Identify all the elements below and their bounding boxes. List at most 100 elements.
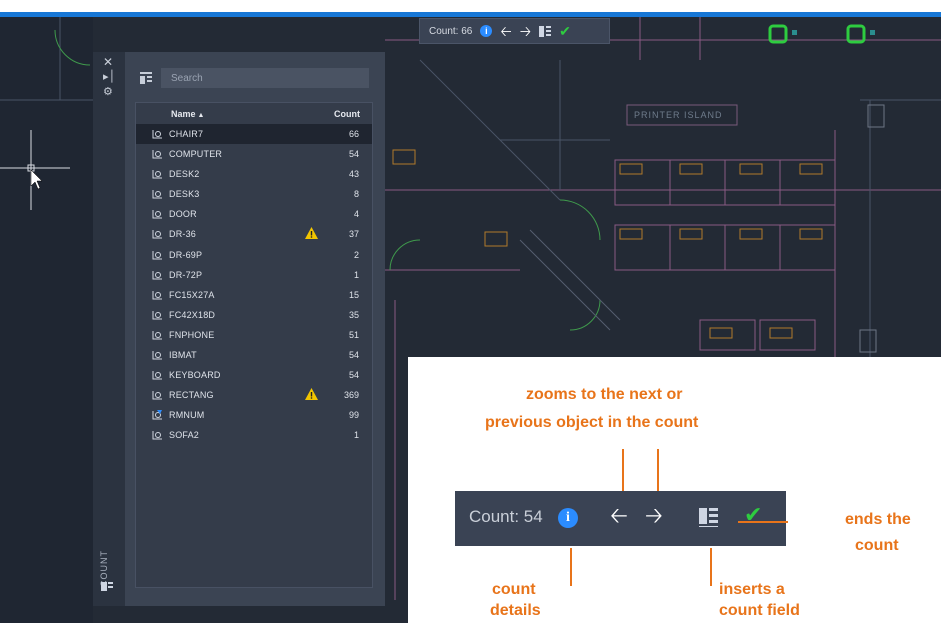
- list-item[interactable]: IBMAT 54: [136, 345, 372, 365]
- item-count: 99: [348, 410, 359, 421]
- search-input[interactable]: [161, 68, 369, 88]
- inserts-annotation-line1: inserts a: [719, 581, 785, 598]
- attribute-block-icon: [152, 410, 162, 420]
- block-icon: [152, 150, 162, 159]
- item-count: 35: [348, 309, 359, 320]
- item-name: DESK2: [169, 169, 200, 180]
- item-name: DR-36: [169, 229, 197, 240]
- count-list: Name ▲ Count CHAIR7 66 COMPUTER 54 DESK2 43 DES…: [135, 102, 373, 588]
- item-name: FNPHONE: [169, 329, 215, 340]
- details-annotation-line1: count: [492, 581, 536, 598]
- sort-ascending-icon: ▲: [197, 112, 205, 119]
- annotation-callout: zooms to the next or previous object in …: [408, 357, 941, 623]
- warning-icon[interactable]: [305, 388, 318, 401]
- list-item[interactable]: COMPUTER 54: [136, 144, 372, 164]
- item-count: 37: [348, 229, 359, 240]
- checkmark-icon-enlarged: ✔: [744, 503, 763, 528]
- gear-icon[interactable]: ⚙: [103, 86, 113, 97]
- inserts-annotation-line2: count field: [719, 602, 800, 619]
- palette-header: [125, 52, 385, 108]
- block-icon: [152, 290, 162, 300]
- checkmark-icon[interactable]: ✔: [559, 24, 571, 38]
- block-icon: [152, 130, 162, 139]
- block-icon: [152, 170, 162, 179]
- item-name: RECTANG: [169, 390, 214, 401]
- column-header-name[interactable]: Name ▲: [171, 109, 204, 119]
- list-item[interactable]: FC15X27A 15: [136, 285, 372, 305]
- details-annotation-line2: details: [490, 602, 541, 619]
- list-item[interactable]: DESK3 8: [136, 184, 372, 204]
- table-icon[interactable]: [140, 72, 152, 84]
- item-count: 4: [353, 209, 359, 220]
- next-arrow-icon[interactable]: 🡢: [520, 24, 531, 38]
- list-item[interactable]: FC42X18D 35: [136, 305, 372, 325]
- item-count: 54: [348, 149, 359, 160]
- item-name: IBMAT: [169, 350, 197, 361]
- list-item[interactable]: DR-72P 1: [136, 265, 372, 285]
- item-count: 66: [348, 129, 359, 139]
- block-icon: [152, 310, 162, 320]
- close-icon[interactable]: ✕: [103, 56, 113, 68]
- count-label-enlarged: Count: 54: [469, 507, 543, 526]
- list-item[interactable]: FNPHONE 51: [136, 325, 372, 345]
- insert-field-icon-enlarged: [699, 508, 719, 527]
- block-icon: [152, 391, 162, 400]
- app-window: PRINTER ISLAND Count: 66 i 🡠 🡢 ✔ ✕ ▸│ ⚙ …: [0, 0, 941, 623]
- palette-app-icon: [101, 582, 113, 591]
- autohide-icon[interactable]: ▸│: [103, 71, 115, 82]
- item-count: 15: [348, 289, 359, 300]
- block-icon: [152, 371, 162, 380]
- item-count: 369: [343, 390, 359, 401]
- item-name: FC15X27A: [169, 289, 215, 300]
- accent-bar: [0, 12, 941, 17]
- list-item[interactable]: DOOR 4: [136, 204, 372, 224]
- block-icon: [152, 351, 162, 360]
- item-count: 1: [353, 269, 359, 280]
- list-item[interactable]: KEYBOARD 54: [136, 365, 372, 385]
- palette-title-bar: ✕ ▸│ ⚙ COUNT: [93, 52, 125, 606]
- warning-icon[interactable]: [305, 227, 318, 240]
- previous-arrow-icon[interactable]: 🡠: [500, 24, 511, 38]
- block-icon: [152, 210, 162, 219]
- list-item[interactable]: SOFA2 1: [136, 425, 372, 445]
- item-count: 2: [353, 249, 359, 260]
- item-count: 54: [348, 370, 359, 381]
- item-count: 51: [348, 329, 359, 340]
- list-item[interactable]: CHAIR7 66: [136, 124, 372, 145]
- block-icon: [152, 230, 162, 239]
- list-rows: CHAIR7 66 COMPUTER 54 DESK2 43 DESK3 8 DOOR 4 DR-3…: [136, 124, 372, 446]
- count-label: Count: 66: [429, 25, 473, 37]
- block-icon: [152, 250, 162, 260]
- count-palette: Name▲ Count CHAIR766COMPUTER54DESK243DES…: [125, 52, 385, 606]
- item-name: COMPUTER: [169, 149, 223, 160]
- column-header-count[interactable]: Count: [334, 109, 360, 119]
- item-count: 1: [353, 430, 359, 441]
- list-item[interactable]: DESK2 43: [136, 164, 372, 184]
- info-icon-enlarged: i: [558, 508, 578, 528]
- block-icon: [152, 270, 162, 280]
- insert-field-icon[interactable]: [539, 25, 552, 37]
- item-name: DR-72P: [169, 269, 203, 280]
- zoom-annotation-line2: previous object in the count: [485, 414, 699, 431]
- room-label: PRINTER ISLAND: [634, 110, 723, 120]
- count-toolbar: Count: 66 i 🡠 🡢 ✔: [419, 18, 610, 44]
- item-name: SOFA2: [169, 430, 200, 441]
- item-name: DR-69P: [169, 249, 203, 260]
- item-name: FC42X18D: [169, 309, 216, 320]
- list-item[interactable]: RECTANG 369: [136, 385, 372, 405]
- next-arrow-icon-enlarged: 🡢: [645, 504, 663, 529]
- block-icon: [152, 431, 162, 440]
- ends-annotation-line2: count: [855, 537, 899, 554]
- item-name: KEYBOARD: [169, 370, 221, 381]
- item-name: DESK3: [169, 189, 200, 200]
- count-toolbar-enlarged: Count: 54 i 🡠 🡢 ✔: [455, 491, 786, 546]
- item-count: 54: [348, 350, 359, 361]
- block-icon: [152, 330, 162, 340]
- list-item[interactable]: DR-69P 2: [136, 245, 372, 265]
- item-name: DOOR: [169, 209, 197, 220]
- list-item[interactable]: RMNUM 99: [136, 405, 372, 425]
- previous-arrow-icon-enlarged: 🡠: [610, 504, 628, 529]
- info-icon[interactable]: i: [480, 25, 493, 37]
- list-item[interactable]: DR-36 37: [136, 224, 372, 244]
- block-icon: [152, 190, 162, 199]
